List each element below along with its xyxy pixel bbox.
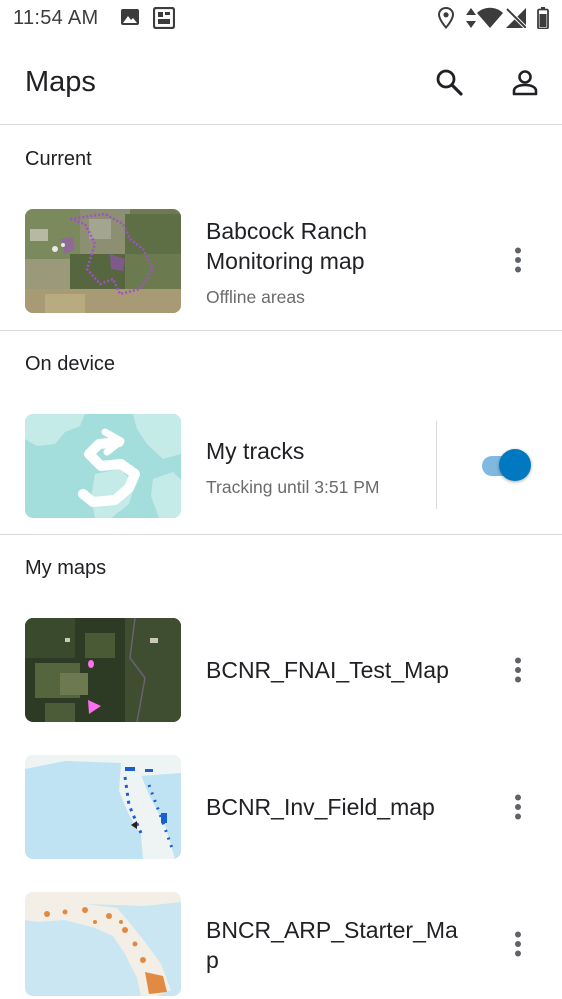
map-subtitle: Offline areas [206,287,305,307]
page-title: Maps [25,66,96,98]
sd-card-icon [152,6,176,34]
wifi-icon [476,7,504,34]
tracking-toggle[interactable] [482,448,532,482]
divider [0,534,562,535]
divider [0,330,562,331]
more-options-button[interactable] [498,236,538,284]
more-vert-icon [515,794,521,820]
image-icon [120,7,140,32]
search-icon [436,69,463,96]
search-button[interactable] [427,60,471,104]
map-title-line-2: p [206,947,219,973]
divider [0,124,562,125]
no-signal-icon [505,7,527,34]
list-item-bcnr-fnai-test-map[interactable]: BCNR_FNAI_Test_Map [0,613,562,723]
vertical-divider [436,421,437,509]
tracks-thumbnail [25,414,181,518]
map-thumbnail [25,618,181,722]
more-options-button[interactable] [498,920,538,968]
status-time: 11:54 AM [13,7,99,29]
status-bar: 11:54 AM [0,0,562,38]
more-vert-icon [515,247,521,273]
map-title-line-2: Monitoring map [206,248,365,274]
list-item-babcock-ranch-monitoring-map[interactable]: Babcock Ranch Monitoring map Offline are… [0,204,562,314]
map-title: BCNR_Inv_Field_map [206,794,435,820]
section-header-on-device: On device [25,353,116,375]
section-header-my-maps: My maps [25,557,107,579]
list-item-bncr-arp-starter-map[interactable]: BNCR_ARP_Starter_Ma p [0,887,562,997]
map-title-line-1: Babcock Ranch [206,218,368,244]
more-options-button[interactable] [498,783,538,831]
map-title-line-1: BNCR_ARP_Starter_Ma [206,917,458,943]
list-item-my-tracks[interactable]: My tracks Tracking until 3:51 PM [0,409,562,519]
map-thumbnail [25,209,181,313]
account-button[interactable] [503,60,547,104]
account-icon [512,70,538,96]
list-item-bcnr-inv-field-map[interactable]: BCNR_Inv_Field_map [0,750,562,860]
tracks-title: My tracks [206,438,305,464]
tracks-subtitle: Tracking until 3:51 PM [206,477,380,497]
battery-icon [537,7,549,34]
location-pin-icon [437,6,455,34]
more-options-button[interactable] [498,646,538,694]
more-vert-icon [515,931,521,957]
map-title: BCNR_FNAI_Test_Map [206,657,449,683]
map-thumbnail [25,755,181,859]
section-header-current: Current [25,148,92,170]
toggle-thumb [499,449,531,481]
app-bar: Maps [0,38,562,124]
map-thumbnail [25,892,181,996]
more-vert-icon [515,657,521,683]
